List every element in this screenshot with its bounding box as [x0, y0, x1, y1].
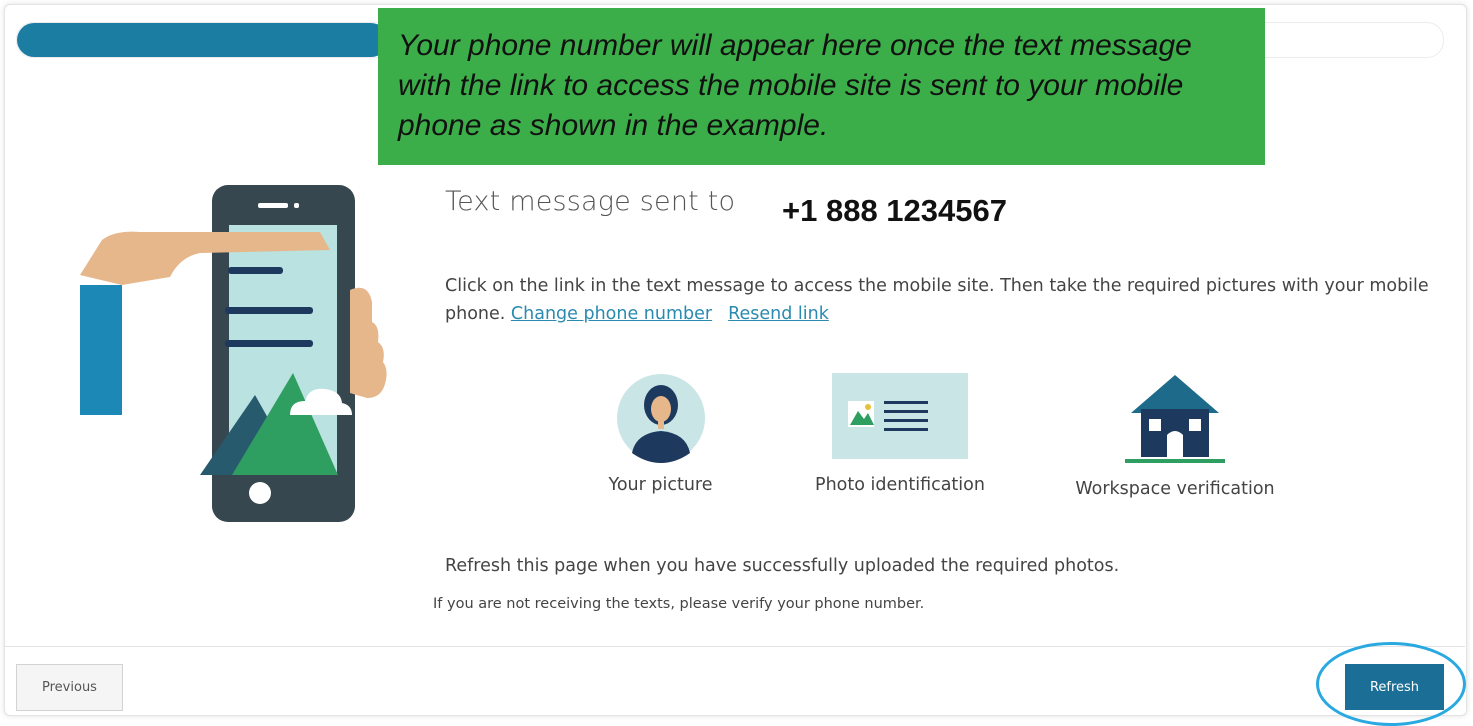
instructions-paragraph: Click on the link in the text message to… — [445, 272, 1455, 328]
person-avatar-icon — [616, 374, 705, 463]
footer-divider — [5, 646, 1465, 647]
page-heading: Text message sent to — [445, 186, 735, 217]
verify-phone-note: If you are not receiving the texts, plea… — [433, 596, 925, 612]
phone-in-hand-illustration — [80, 185, 387, 522]
step-label-photo-identification: Photo identification — [815, 475, 985, 495]
step-photo-identification: Photo identification — [790, 373, 1010, 495]
phone-number: +1 888 1234567 — [782, 193, 1007, 228]
photo-id-card-icon — [832, 373, 968, 459]
previous-button[interactable]: Previous — [16, 664, 123, 711]
instruction-callout: Your phone number will appear here once … — [378, 8, 1265, 165]
step-label-workspace-verification: Workspace verification — [1075, 479, 1275, 499]
step-workspace-verification: Workspace verification — [1060, 373, 1290, 499]
heading-label: Text message sent to — [445, 186, 736, 217]
callout-text: Your phone number will appear here once … — [398, 29, 1192, 142]
progress-bar-fill — [17, 23, 388, 57]
refresh-button[interactable]: Refresh — [1345, 664, 1444, 710]
refresh-instruction: Refresh this page when you have successf… — [445, 556, 1120, 576]
step-label-your-picture: Your picture — [608, 475, 713, 495]
sleeve-shape — [80, 285, 122, 415]
change-phone-number-link[interactable]: Change phone number — [511, 304, 712, 324]
step-your-picture: Your picture — [578, 373, 743, 495]
house-icon — [1125, 375, 1225, 463]
resend-link[interactable]: Resend link — [728, 304, 829, 324]
